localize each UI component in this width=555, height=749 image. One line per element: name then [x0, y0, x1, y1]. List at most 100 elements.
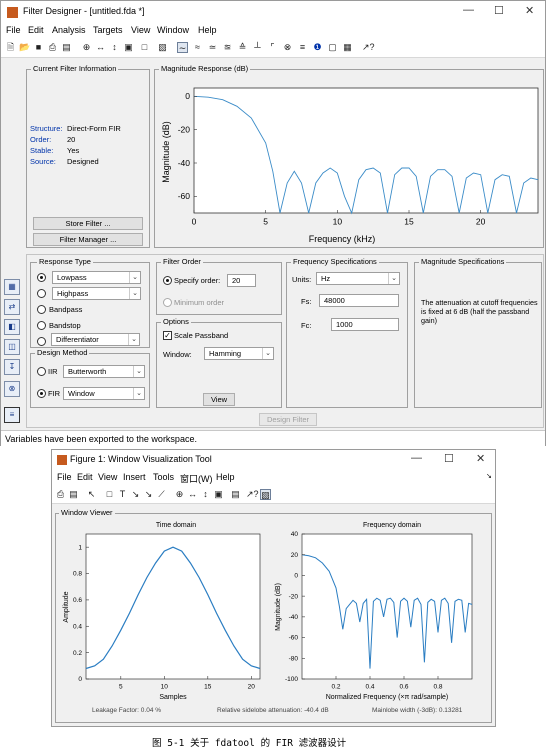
viz-menu-edit[interactable]: Edit: [77, 472, 93, 482]
phase-response-icon[interactable]: ≈: [192, 42, 203, 53]
viz-maximize-icon[interactable]: ☐: [444, 452, 454, 465]
menu-help[interactable]: Help: [198, 25, 217, 35]
bandstop-radio[interactable]: [37, 321, 46, 330]
realize-model-sidebar-icon[interactable]: ◫: [4, 339, 20, 355]
viz-line-icon[interactable]: ⟋: [156, 489, 167, 500]
dock-arrow-icon[interactable]: ↘: [486, 472, 492, 480]
fs-input[interactable]: 48000: [319, 294, 399, 307]
units-select[interactable]: Hz ⌄: [316, 272, 400, 285]
menu-edit[interactable]: Edit: [28, 25, 44, 35]
viz-new-figure-icon[interactable]: ▧: [260, 489, 271, 500]
differentiator-select[interactable]: Differentiator ⌄: [51, 333, 140, 346]
filter-manager-button[interactable]: Filter Manager ...: [33, 233, 143, 246]
bandstop-label: Bandstop: [49, 321, 81, 330]
minimize-icon[interactable]: —: [463, 4, 474, 16]
iir-radio[interactable]: [37, 367, 46, 376]
viz-edit-plot-icon[interactable]: ↖: [86, 489, 97, 500]
viz-print-icon[interactable]: ⎙: [55, 489, 66, 500]
pole-zero-icon[interactable]: ⊗: [282, 42, 293, 53]
open-icon[interactable]: 📂: [19, 42, 30, 53]
filter-info-icon[interactable]: ❶: [312, 42, 323, 53]
step-response-icon[interactable]: ⌜: [267, 42, 278, 53]
viz-arrow-icon[interactable]: ↘: [130, 489, 141, 500]
viz-whats-this-icon[interactable]: ↗?: [246, 489, 259, 500]
sidelobe-attenuation-text: Relative sidelobe attenuation: -40.4 dB: [217, 707, 329, 714]
differentiator-radio[interactable]: [37, 337, 46, 346]
quantize-sidebar-icon[interactable]: ◧: [4, 319, 20, 335]
y-tick-label: 1: [78, 544, 82, 551]
minimum-order-radio[interactable]: [163, 298, 172, 307]
lowpass-radio[interactable]: [37, 273, 46, 282]
zoom-in-icon[interactable]: ⊕: [81, 42, 92, 53]
highpass-select[interactable]: Highpass ⌄: [52, 287, 141, 300]
highpass-radio[interactable]: [37, 289, 46, 298]
fir-radio[interactable]: [37, 389, 46, 398]
viz-text-icon[interactable]: T: [117, 489, 128, 500]
design-filter-button[interactable]: Design Filter: [259, 413, 317, 426]
menu-analysis[interactable]: Analysis: [52, 25, 86, 35]
save-icon[interactable]: ■: [33, 42, 44, 53]
multirate-sidebar-icon[interactable]: ≡: [4, 407, 20, 423]
new-icon[interactable]: 🗎: [5, 42, 16, 53]
menu-window[interactable]: Window: [157, 25, 189, 35]
viz-zoom-in-icon[interactable]: ⊕: [174, 489, 185, 500]
viz-menu-tools[interactable]: Tools: [153, 472, 174, 482]
pole-zero-editor-sidebar-icon[interactable]: ⊗: [4, 381, 20, 397]
view-button[interactable]: View: [203, 393, 235, 406]
noise-power-icon[interactable]: ▦: [342, 42, 353, 53]
viz-menu-insert[interactable]: Insert: [123, 472, 146, 482]
viz-print-preview-icon[interactable]: ▤: [68, 489, 79, 500]
bandpass-radio[interactable]: [37, 305, 46, 314]
zoom-y-icon[interactable]: ↕: [109, 42, 120, 53]
viz-menu-window[interactable]: 窗口(W): [180, 472, 213, 485]
viz-rectangle-icon[interactable]: □: [104, 489, 115, 500]
filter-coefficients-icon[interactable]: ≡: [297, 42, 308, 53]
menu-view[interactable]: View: [131, 25, 150, 35]
viz-close-icon[interactable]: ✕: [476, 452, 485, 465]
lowpass-select[interactable]: Lowpass ⌄: [52, 271, 141, 284]
magnitude-xlabel: Frequency (kHz): [309, 234, 376, 244]
frequency-spec-heading: Frequency Specifications: [291, 257, 379, 267]
specify-order-radio[interactable]: [163, 276, 172, 285]
impulse-response-icon[interactable]: ┴: [252, 42, 263, 53]
print-icon[interactable]: ⎙: [47, 42, 58, 53]
window-type-select[interactable]: Hamming ⌄: [204, 347, 274, 360]
store-filter-button[interactable]: Store Filter ...: [33, 217, 143, 230]
fc-input[interactable]: 1000: [331, 318, 399, 331]
full-view-icon[interactable]: ▣: [123, 42, 134, 53]
new-figure-icon[interactable]: □: [139, 42, 150, 53]
full-design-icon[interactable]: ▧: [157, 42, 168, 53]
viz-menu-view[interactable]: View: [98, 472, 117, 482]
transform-filter-sidebar-icon[interactable]: ⇄: [4, 299, 20, 315]
phase-delay-icon[interactable]: ≙: [237, 42, 248, 53]
viz-minimize-icon[interactable]: —: [411, 452, 422, 464]
zoom-x-icon[interactable]: ↔: [95, 42, 106, 53]
viz-legend-icon[interactable]: ▤: [230, 489, 241, 500]
print-preview-icon[interactable]: ▤: [61, 42, 72, 53]
close-icon[interactable]: ✕: [525, 4, 534, 17]
magnitude-response-icon[interactable]: ∼: [177, 42, 188, 53]
iir-method-select[interactable]: Butterworth ⌄: [63, 365, 145, 378]
magnitude-estimate-icon[interactable]: ▢: [327, 42, 338, 53]
magnitude-spec-text: The attenuation at cutoff frequencies is…: [421, 298, 538, 325]
magnitude-phase-icon[interactable]: ≃: [207, 42, 218, 53]
viz-full-view-icon[interactable]: ▣: [213, 489, 224, 500]
maximize-icon[interactable]: ☐: [494, 4, 504, 17]
viz-zoom-y-icon[interactable]: ↕: [200, 489, 211, 500]
status-text: Variables have been exported to the work…: [5, 434, 197, 444]
design-filter-sidebar-icon[interactable]: ▦: [4, 279, 20, 295]
viz-zoom-x-icon[interactable]: ↔: [187, 489, 198, 500]
y-tick-label: 0.2: [73, 650, 82, 657]
viz-menu-help[interactable]: Help: [216, 472, 235, 482]
menu-file[interactable]: File: [6, 25, 21, 35]
scale-passband-checkbox[interactable]: ✓: [163, 331, 172, 340]
fir-method-select[interactable]: Window ⌄: [63, 387, 145, 400]
group-delay-icon[interactable]: ≊: [222, 42, 233, 53]
menu-targets[interactable]: Targets: [93, 25, 123, 35]
viz-menu-file[interactable]: File: [57, 472, 72, 482]
filter-designer-window: Filter Designer - [untitled.fda *] — ☐ ✕…: [0, 0, 546, 446]
specify-order-input[interactable]: 20: [227, 274, 256, 287]
whats-this-icon[interactable]: ↗?: [362, 42, 375, 53]
viz-double-arrow-icon[interactable]: ↘: [143, 489, 154, 500]
import-filter-sidebar-icon[interactable]: ↧: [4, 359, 20, 375]
